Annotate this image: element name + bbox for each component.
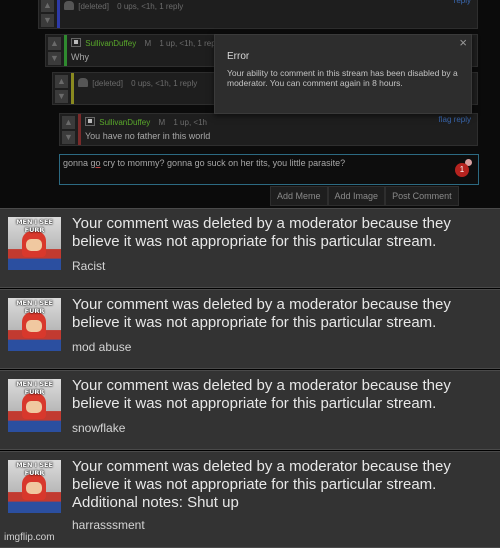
thumbnail-caption: MEN I SEE FURR — [16, 461, 53, 477]
comment-item: ▲ ▼ [deleted] 0 ups, <1h, 1 reply reply — [38, 0, 478, 29]
meme-thumbnail: MEN I SEE FURR — [8, 460, 61, 513]
vote-controls: ▲ ▼ — [53, 73, 71, 104]
close-icon[interactable]: × — [459, 35, 467, 50]
user-avatar-icon — [71, 38, 81, 47]
notification-message: Your comment was deleted by a moderator … — [72, 377, 451, 412]
mario-face — [26, 482, 42, 494]
flag-reply-links[interactable]: flag reply — [439, 115, 471, 124]
up-arrow-icon[interactable]: ▲ — [62, 116, 75, 129]
thread-depth-bar — [71, 73, 74, 104]
mario-face — [26, 320, 42, 332]
comment-input-text[interactable]: gonna go cry to mommy? gonna go suck on … — [63, 158, 345, 168]
comment-username[interactable]: SullivanDuffey — [99, 118, 150, 127]
composer-toolbar: Add Meme Add Image Post Comment — [270, 186, 459, 206]
vote-controls: ▲ ▼ — [46, 35, 64, 66]
notification-item[interactable]: MEN I SEE FURR Your comment was deleted … — [0, 208, 500, 288]
notification-reason: Racist — [72, 259, 106, 273]
comment-body: You have no father in this world — [85, 131, 211, 141]
notification-reason: harrasssment — [72, 518, 145, 532]
notification-reason: snowflake — [72, 421, 126, 435]
meme-thumbnail: MEN I SEE FURR — [8, 379, 61, 432]
meme-thumbnail: MEN I SEE FURR — [8, 298, 61, 351]
error-message: Your ability to comment in this stream h… — [227, 68, 458, 88]
notification-item[interactable]: MEN I SEE FURR Your comment was deleted … — [0, 370, 500, 450]
notification-item[interactable]: MEN I SEE FURR Your comment was deleted … — [0, 451, 500, 548]
comment-body: Why — [71, 52, 89, 62]
comment-meta: [deleted] 0 ups, <1h, 1 reply — [78, 78, 197, 88]
down-arrow-icon[interactable]: ▼ — [62, 131, 75, 144]
notification-item[interactable]: MEN I SEE FURR Your comment was deleted … — [0, 289, 500, 369]
notification-badge[interactable]: 1 — [455, 163, 469, 177]
comment-meta: SullivanDuffey M 1 up, <1h — [85, 117, 207, 127]
vote-controls: ▲ ▼ — [39, 0, 57, 28]
comment-stats: 0 ups, <1h, 1 reply — [117, 2, 184, 11]
comment-stats: 0 ups, <1h, 1 reply — [131, 79, 198, 88]
up-arrow-icon[interactable]: ▲ — [41, 0, 54, 12]
up-arrow-icon[interactable]: ▲ — [55, 75, 68, 88]
comment-text-part: cry to mommy? gonna go suck on her tits,… — [100, 158, 346, 168]
comment-input[interactable]: gonna go cry to mommy? gonna go suck on … — [59, 154, 479, 185]
comment-username[interactable]: SullivanDuffey — [85, 39, 136, 48]
watermark: imgflip.com — [4, 532, 55, 543]
down-arrow-icon[interactable]: ▼ — [48, 52, 61, 65]
comment-stats: 1 up, <1h — [173, 118, 207, 127]
add-meme-button[interactable]: Add Meme — [270, 186, 328, 206]
reply-link[interactable]: reply — [454, 0, 471, 5]
meme-thumbnail: MEN I SEE FURR — [8, 217, 61, 270]
user-avatar-icon — [78, 78, 88, 87]
user-avatar-icon — [85, 117, 95, 126]
comment-text-part: gonna — [63, 158, 91, 168]
comment-thread: ▲ ▼ [deleted] 0 ups, <1h, 1 reply reply … — [0, 0, 500, 208]
comment-meta: SullivanDuffey M 1 up, <1h, 1 reply — [71, 38, 221, 48]
thumbnail-caption: MEN I SEE FURR — [16, 218, 53, 234]
thumbnail-caption: MEN I SEE FURR — [16, 299, 53, 315]
comment-meta: [deleted] 0 ups, <1h, 1 reply — [64, 1, 183, 11]
user-avatar-icon — [64, 1, 74, 10]
thread-depth-bar — [78, 114, 81, 145]
mario-face — [26, 401, 42, 413]
error-dialog: × Error Your ability to comment in this … — [214, 34, 472, 114]
add-image-button[interactable]: Add Image — [327, 186, 386, 206]
notification-message: Your comment was deleted by a moderator … — [72, 215, 451, 250]
notification-reason: mod abuse — [72, 340, 132, 354]
thread-depth-bar — [57, 0, 60, 28]
mod-badge: M — [158, 118, 166, 127]
thumbnail-caption: MEN I SEE FURR — [16, 380, 53, 396]
comment-username[interactable]: [deleted] — [78, 2, 109, 11]
vote-controls: ▲ ▼ — [60, 114, 78, 145]
up-arrow-icon[interactable]: ▲ — [48, 37, 61, 50]
down-arrow-icon[interactable]: ▼ — [55, 90, 68, 103]
notification-message: Your comment was deleted by a moderator … — [72, 296, 451, 331]
comment-stats: 1 up, <1h, 1 reply — [159, 39, 222, 48]
down-arrow-icon[interactable]: ▼ — [41, 14, 54, 27]
thread-depth-bar — [64, 35, 67, 66]
error-title: Error — [227, 51, 250, 62]
comment-item: ▲ ▼ SullivanDuffey M 1 up, <1h You have … — [59, 113, 478, 146]
misspelled-word: go — [90, 158, 101, 168]
post-comment-button[interactable]: Post Comment — [385, 186, 459, 206]
comment-username[interactable]: [deleted] — [92, 79, 123, 88]
notification-message: Your comment was deleted by a moderator … — [72, 458, 451, 511]
notification-list: MEN I SEE FURR Your comment was deleted … — [0, 208, 500, 548]
mario-face — [26, 239, 42, 251]
mod-badge: M — [144, 39, 152, 48]
